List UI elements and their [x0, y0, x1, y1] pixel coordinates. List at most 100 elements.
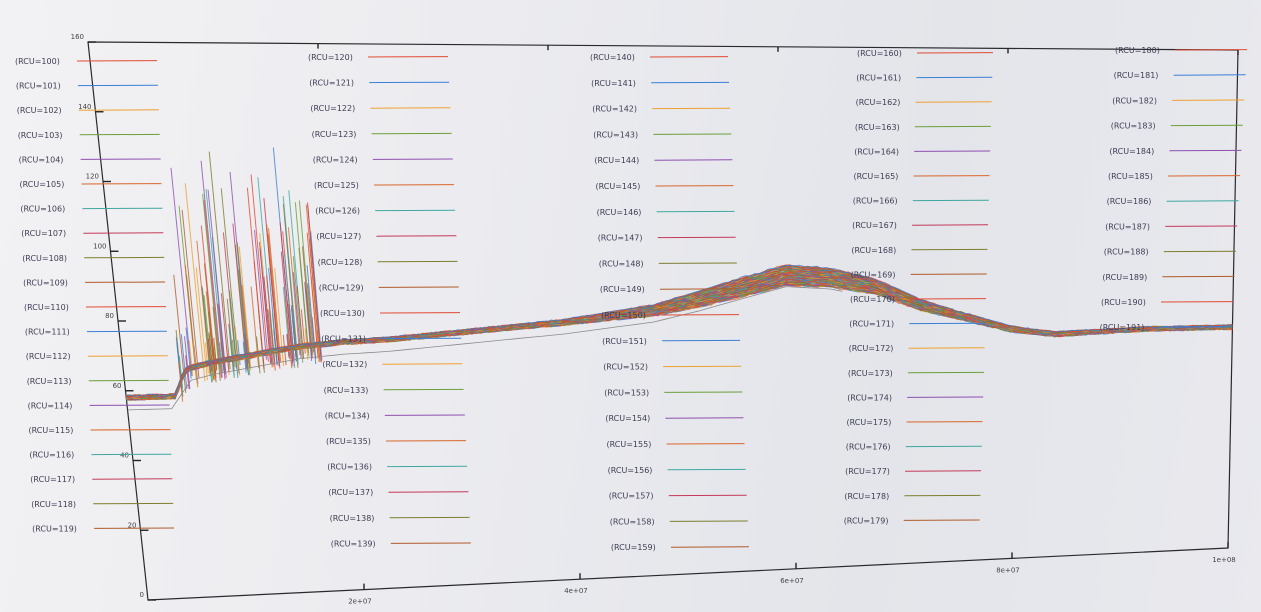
- legend-label-rcu-178: (RCU=178): [844, 492, 889, 501]
- legend-label-rcu-137: (RCU=137): [328, 488, 373, 497]
- y-tick-label: 80: [105, 312, 114, 320]
- legend-label-rcu-122: (RCU=122): [310, 104, 355, 113]
- legend-label-rcu-146: (RCU=146): [597, 208, 642, 217]
- legend-label-rcu-121: (RCU=121): [309, 79, 354, 88]
- legend-label-rcu-102: (RCU=102): [17, 106, 62, 115]
- legend-label-rcu-165: (RCU=165): [854, 172, 899, 181]
- legend-label-rcu-128: (RCU=128): [318, 258, 363, 267]
- legend-label-rcu-187: (RCU=187): [1105, 222, 1150, 231]
- legend-label-rcu-185: (RCU=185): [1108, 172, 1153, 181]
- legend-label-rcu-125: (RCU=125): [314, 181, 359, 190]
- legend-label-rcu-190: (RCU=190): [1101, 298, 1146, 307]
- x-tick-label: 1e+08: [1212, 556, 1236, 564]
- legend-label-rcu-179: (RCU=179): [844, 516, 889, 525]
- legend-label-rcu-171: (RCU=171): [849, 320, 894, 329]
- y-tick-label: 160: [71, 33, 84, 41]
- legend-label-rcu-124: (RCU=124): [313, 155, 358, 164]
- legend-label-rcu-108: (RCU=108): [22, 254, 67, 263]
- legend-label-rcu-104: (RCU=104): [19, 155, 64, 164]
- legend-label-rcu-163: (RCU=163): [855, 123, 900, 132]
- legend-label-rcu-109: (RCU=109): [23, 278, 68, 287]
- legend-label-rcu-184: (RCU=184): [1109, 147, 1154, 156]
- legend-label-rcu-166: (RCU=166): [853, 197, 898, 206]
- legend-label-rcu-118: (RCU=118): [31, 500, 76, 509]
- legend-label-rcu-172: (RCU=172): [849, 344, 894, 353]
- legend-label-rcu-131: (RCU=131): [321, 335, 366, 344]
- legend-label-rcu-159: (RCU=159): [611, 543, 656, 552]
- legend-label-rcu-112: (RCU=112): [26, 352, 71, 361]
- legend-label-rcu-136: (RCU=136): [327, 463, 372, 472]
- legend-label-rcu-107: (RCU=107): [21, 229, 66, 238]
- legend-label-rcu-183: (RCU=183): [1111, 122, 1156, 131]
- legend-label-rcu-168: (RCU=168): [851, 246, 896, 255]
- legend-label-rcu-134: (RCU=134): [325, 411, 370, 420]
- legend-label-rcu-182: (RCU=182): [1112, 96, 1157, 105]
- legend-label-rcu-127: (RCU=127): [316, 232, 361, 241]
- legend-label-rcu-157: (RCU=157): [609, 492, 654, 501]
- legend-label-rcu-120: (RCU=120): [308, 53, 353, 62]
- legend-label-rcu-161: (RCU=161): [856, 74, 901, 83]
- legend-label-rcu-164: (RCU=164): [854, 147, 899, 156]
- legend-label-rcu-138: (RCU=138): [330, 514, 375, 523]
- legend-label-rcu-188: (RCU=188): [1104, 248, 1149, 257]
- legend-label-rcu-126: (RCU=126): [315, 207, 360, 216]
- legend-label-rcu-154: (RCU=154): [605, 414, 650, 423]
- legend-label-rcu-150: (RCU=150): [601, 311, 646, 320]
- legend-label-rcu-155: (RCU=155): [607, 440, 652, 449]
- legend-label-rcu-152: (RCU=152): [603, 363, 648, 372]
- legend-label-rcu-141: (RCU=141): [591, 79, 636, 88]
- y-tick-label: 140: [78, 103, 91, 111]
- legend-label-rcu-189: (RCU=189): [1102, 273, 1147, 282]
- legend-label-rcu-170: (RCU=170): [850, 295, 895, 304]
- x-tick-label: 4e+07: [564, 587, 588, 595]
- legend-label-rcu-174: (RCU=174): [847, 393, 892, 402]
- legend-label-rcu-176: (RCU=176): [846, 443, 891, 452]
- legend-label-rcu-180: (RCU=180): [1115, 46, 1160, 55]
- plot-frame: [87, 41, 1239, 601]
- legend-label-rcu-139: (RCU=139): [331, 539, 376, 548]
- legend-label-rcu-145: (RCU=145): [596, 182, 641, 191]
- y-tick-label: 120: [86, 173, 99, 181]
- legend-label-rcu-181: (RCU=181): [1114, 71, 1159, 80]
- y-tick-label: 100: [93, 242, 106, 250]
- legend-label-rcu-117: (RCU=117): [30, 475, 75, 484]
- legend-label-rcu-147: (RCU=147): [598, 234, 643, 243]
- legend-label-rcu-173: (RCU=173): [848, 369, 893, 378]
- legend-label-rcu-186: (RCU=186): [1107, 197, 1152, 206]
- legend-label-rcu-123: (RCU=123): [312, 130, 357, 139]
- legend-label-rcu-111: (RCU=111): [25, 328, 70, 337]
- legend-label-rcu-110: (RCU=110): [24, 303, 69, 312]
- legend-label-rcu-153: (RCU=153): [604, 388, 649, 397]
- y-tick-label: 0: [140, 591, 144, 599]
- legend-label-rcu-103: (RCU=103): [18, 131, 63, 140]
- x-tick-label: 6e+07: [780, 577, 804, 585]
- legend-label-rcu-115: (RCU=115): [29, 426, 74, 435]
- spike-mark: [220, 188, 240, 374]
- legend-label-rcu-101: (RCU=101): [16, 82, 61, 91]
- legend-label-rcu-140: (RCU=140): [590, 53, 635, 62]
- y-tick-label: 40: [120, 452, 129, 460]
- legend-label-rcu-114: (RCU=114): [28, 401, 73, 410]
- y-tick-label: 60: [113, 382, 122, 390]
- legend-label-rcu-177: (RCU=177): [845, 467, 890, 476]
- legend-label-rcu-160: (RCU=160): [857, 49, 902, 58]
- legend-label-rcu-144: (RCU=144): [594, 156, 639, 165]
- legend-label-rcu-167: (RCU=167): [852, 221, 897, 230]
- legend-label-rcu-142: (RCU=142): [592, 105, 637, 114]
- legend-label-rcu-143: (RCU=143): [593, 130, 638, 139]
- legend-label-rcu-135: (RCU=135): [326, 437, 371, 446]
- legend-label-rcu-116: (RCU=116): [29, 451, 74, 460]
- legend-label-rcu-162: (RCU=162): [856, 98, 901, 107]
- legend-label-rcu-132: (RCU=132): [322, 360, 367, 369]
- spike-mark: [222, 232, 237, 369]
- multi-series-line-chart: 0204060801001201401602e+074e+076e+078e+0…: [15, 33, 1248, 606]
- legend-label-rcu-169: (RCU=169): [851, 270, 896, 279]
- legend-label-rcu-129: (RCU=129): [319, 283, 364, 292]
- legend-label-rcu-158: (RCU=158): [610, 517, 655, 526]
- legend-label-rcu-151: (RCU=151): [602, 337, 647, 346]
- legend-label-rcu-100: (RCU=100): [15, 57, 60, 66]
- x-tick-label: 2e+07: [348, 598, 372, 606]
- legend-label-rcu-130: (RCU=130): [320, 309, 365, 318]
- legend-label-rcu-148: (RCU=148): [599, 259, 644, 268]
- legend-label-rcu-133: (RCU=133): [324, 386, 369, 395]
